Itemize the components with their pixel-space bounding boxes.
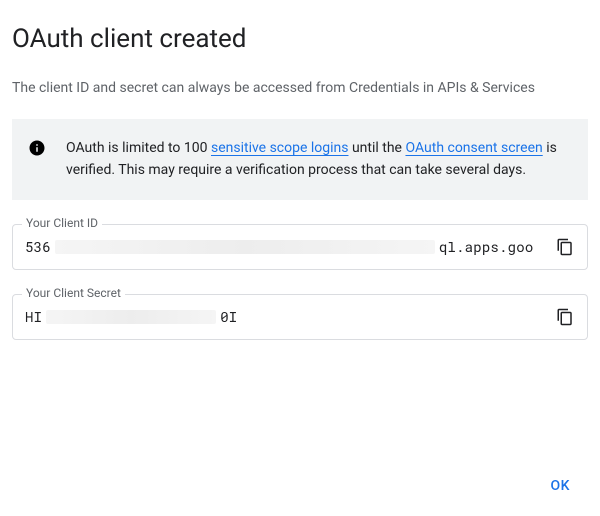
client-id-field: Your Client ID 536 ql.apps.goo [12, 224, 588, 270]
info-mid: until the [348, 140, 405, 156]
client-secret-label: Your Client Secret [22, 286, 125, 300]
info-banner: OAuth is limited to 100 sensitive scope … [12, 119, 588, 200]
client-secret-suffix: 0I [220, 307, 237, 326]
client-id-value: 536 ql.apps.goo [25, 237, 545, 256]
redacted-segment [46, 310, 216, 324]
client-id-suffix: ql.apps.goo [439, 237, 534, 256]
dialog-title: OAuth client created [12, 24, 588, 54]
client-id-prefix: 536 [25, 237, 51, 256]
sensitive-scope-link[interactable]: sensitive scope logins [211, 140, 349, 156]
client-secret-prefix: HI [25, 307, 42, 326]
dialog-subtitle: The client ID and secret can always be a… [12, 78, 588, 99]
redacted-segment [55, 240, 435, 254]
info-text: OAuth is limited to 100 sensitive scope … [66, 137, 570, 182]
copy-client-id-button[interactable] [555, 237, 575, 257]
copy-client-secret-button[interactable] [555, 307, 575, 327]
info-icon [28, 139, 46, 157]
info-pre: OAuth is limited to 100 [66, 140, 211, 156]
ok-button[interactable]: OK [539, 470, 583, 502]
client-secret-value: HI 0I [25, 307, 545, 326]
copy-icon [556, 308, 574, 326]
copy-icon [556, 238, 574, 256]
client-secret-field: Your Client Secret HI 0I [12, 294, 588, 340]
client-id-label: Your Client ID [22, 216, 102, 230]
dialog-footer: OK [539, 470, 583, 502]
consent-screen-link[interactable]: OAuth consent screen [405, 140, 542, 156]
